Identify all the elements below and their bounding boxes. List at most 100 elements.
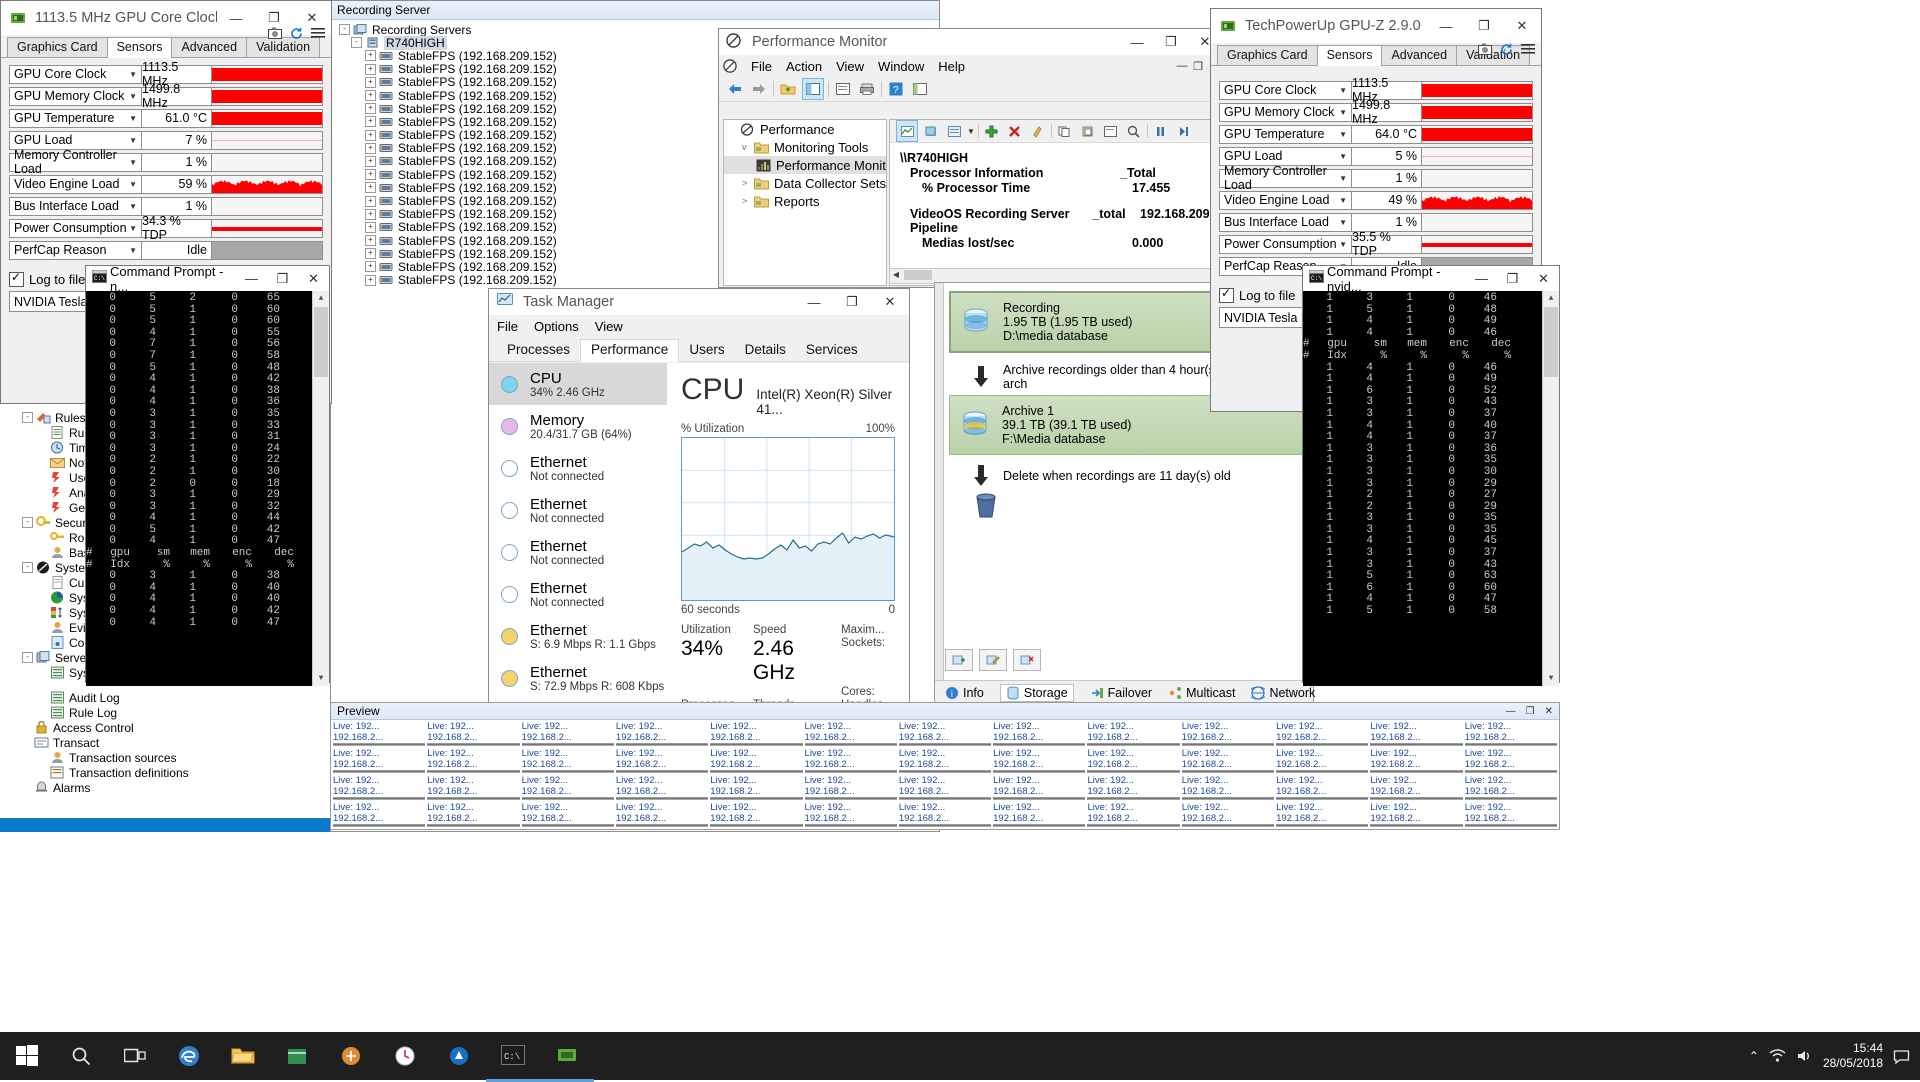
- preview-cell[interactable]: Live: 192... 192.168.2...: [615, 721, 709, 746]
- cmd-left-maximize[interactable]: ❐: [267, 266, 298, 291]
- chevron-down-icon[interactable]: ▼: [129, 224, 137, 233]
- preview-cell[interactable]: Live: 192... 192.168.2...: [1181, 775, 1275, 800]
- expander-icon[interactable]: +: [365, 155, 376, 167]
- gpuz-right-sensor-select[interactable]: GPU Memory Clock ▼: [1219, 102, 1352, 122]
- highlight-icon[interactable]: [1028, 121, 1048, 141]
- milestone-tree-item[interactable]: Transaction sources: [0, 750, 330, 765]
- chevron-down-icon[interactable]: ▼: [1339, 108, 1347, 117]
- taskmanager-resource-item[interactable]: Ethernet S: 72.9 Mbps R: 608 Kbps: [489, 657, 667, 699]
- print-icon[interactable]: [857, 79, 877, 99]
- gpuz-right-titlebar[interactable]: TechPowerUp GPU-Z 2.9.0 — ❐ ✕: [1211, 9, 1541, 43]
- chevron-down-icon[interactable]: ▼: [1339, 130, 1347, 139]
- cmd-right-maximize[interactable]: ❐: [1497, 266, 1528, 291]
- preview-cell[interactable]: Live: 192... 192.168.2...: [615, 748, 709, 773]
- preview-cell[interactable]: Live: 192... 192.168.2...: [1370, 721, 1463, 746]
- preview-cell[interactable]: Live: 192... 192.168.2...: [1087, 802, 1180, 827]
- storage-tab-network[interactable]: Network: [1251, 686, 1315, 700]
- expander-icon[interactable]: +: [365, 208, 376, 220]
- start-button[interactable]: [0, 1032, 54, 1080]
- taskmanager-resource-list[interactable]: CPU 34% 2.46 GHz Memory 20.4/31.7 GB (64%) E…: [489, 363, 667, 725]
- preview-cell[interactable]: Live: 192... 192.168.2...: [1276, 721, 1369, 746]
- gpuz-right-sensor-select[interactable]: Video Engine Load ▼: [1219, 190, 1352, 210]
- taskmanager-resource-item[interactable]: Ethernet Not connected: [489, 531, 667, 573]
- gpuz-left-sensor-select[interactable]: Bus Interface Load ▼: [9, 196, 142, 216]
- preview-cell[interactable]: Live: 192... 192.168.2...: [1276, 802, 1369, 827]
- taskmanager-resource-item[interactable]: Ethernet S: 6.9 Mbps R: 1.1 Gbps: [489, 615, 667, 657]
- storage-tab-multicast[interactable]: Multicast: [1168, 686, 1235, 700]
- log-to-file-checkbox[interactable]: [1219, 286, 1234, 303]
- edge-icon[interactable]: [162, 1032, 216, 1080]
- expander-icon[interactable]: +: [365, 261, 376, 273]
- scroll-down-icon[interactable]: ▼: [1543, 671, 1559, 686]
- cmd-left-scrollbar[interactable]: ▲ ▼: [312, 291, 329, 686]
- volume-icon[interactable]: [1796, 1049, 1813, 1063]
- perfmon-menu-view[interactable]: View: [836, 59, 864, 74]
- taskmanager-menu-view[interactable]: View: [595, 319, 623, 334]
- hamburger-icon[interactable]: [1521, 43, 1535, 56]
- refresh-icon[interactable]: [290, 27, 303, 40]
- preview-cell[interactable]: Live: 192... 192.168.2...: [333, 775, 426, 800]
- preview-cell[interactable]: Live: 192... 192.168.2...: [1370, 775, 1463, 800]
- preview-cell[interactable]: Live: 192... 192.168.2...: [427, 748, 520, 773]
- expander-icon[interactable]: +: [365, 90, 376, 102]
- taskmanager-resource-item[interactable]: Memory 20.4/31.7 GB (64%): [489, 405, 667, 447]
- expander-icon[interactable]: -: [22, 517, 33, 528]
- perfmon-report[interactable]: ▼ \\R740HIGH Processor Information _Tota…: [889, 119, 1221, 286]
- gpuz-right-toolbar[interactable]: [1478, 43, 1535, 56]
- preview-cell[interactable]: Live: 192... 192.168.2...: [993, 775, 1086, 800]
- camera-icon[interactable]: [268, 27, 282, 40]
- histogram-icon[interactable]: [921, 121, 941, 141]
- gpuz-right-close[interactable]: ✕: [1503, 9, 1541, 43]
- preview-cell[interactable]: Live: 192... 192.168.2...: [1181, 802, 1275, 827]
- expander-icon[interactable]: +: [365, 195, 376, 207]
- preview-cell[interactable]: Live: 192... 192.168.2...: [333, 721, 426, 746]
- preview-cell[interactable]: Live: 192... 192.168.2...: [993, 721, 1086, 746]
- taskview-icon[interactable]: [108, 1032, 162, 1080]
- taskmanager-resource-item[interactable]: Ethernet Not connected: [489, 489, 667, 531]
- preview-cell[interactable]: Live: 192... 192.168.2...: [993, 748, 1086, 773]
- preview-cell[interactable]: Live: 192... 192.168.2...: [710, 721, 803, 746]
- log-to-file-checkbox[interactable]: [9, 270, 24, 287]
- taskmanager-resource-item[interactable]: Ethernet Not connected: [489, 447, 667, 489]
- preview-cell[interactable]: Live: 192... 192.168.2...: [1087, 748, 1180, 773]
- gpuz-left-tab-advanced[interactable]: Advanced: [171, 37, 248, 57]
- gpuz-right-tab-graphics-card[interactable]: Graphics Card: [1217, 45, 1318, 65]
- chevron-icon[interactable]: v: [742, 142, 754, 152]
- taskmanager-resource-item[interactable]: CPU 34% 2.46 GHz: [489, 363, 667, 405]
- storage-tab-info[interactable]: i Info: [945, 686, 984, 700]
- system-tray[interactable]: ⌃ 15:44 28/05/2018: [1749, 1041, 1920, 1071]
- cmd-right-close[interactable]: ✕: [1528, 266, 1559, 291]
- taskmanager-tab-performance[interactable]: Performance: [580, 339, 680, 362]
- preview-cell[interactable]: Live: 192... 192.168.2...: [710, 748, 803, 773]
- cmd-right-window[interactable]: C:\ Command Prompt - nvid... — ❐ ✕ 13104…: [1302, 264, 1560, 686]
- taskmanager-window[interactable]: Task Manager — ❐ ✕ File Options View Proce…: [488, 288, 910, 799]
- taskmanager-menu-options[interactable]: Options: [534, 319, 579, 334]
- taskmanager-resource-item[interactable]: Ethernet Not connected: [489, 573, 667, 615]
- expander-icon[interactable]: +: [365, 50, 376, 62]
- chevron-down-icon[interactable]: ▼: [1339, 86, 1347, 95]
- delete-counter-icon[interactable]: [1005, 121, 1025, 141]
- app-icon[interactable]: [324, 1032, 378, 1080]
- expander-icon[interactable]: -: [22, 412, 33, 423]
- expander-icon[interactable]: +: [365, 274, 376, 286]
- chevron-down-icon[interactable]: ▼: [1339, 196, 1347, 205]
- gpuz-right-tab-sensors[interactable]: Sensors: [1316, 45, 1383, 66]
- expander-icon[interactable]: +: [365, 129, 376, 141]
- taskmanager-tab-services[interactable]: Services: [796, 340, 868, 361]
- chevron-down-icon[interactable]: ▼: [129, 202, 137, 211]
- gpuz-left-tab-sensors[interactable]: Sensors: [106, 37, 173, 58]
- preview-cell[interactable]: Live: 192... 192.168.2...: [615, 775, 709, 800]
- perfmon-menu-action[interactable]: Action: [786, 59, 822, 74]
- cmd-left-window[interactable]: C:\ Command Prompt - n... — ❐ ✕ 0 5 2 0 65 0 5…: [85, 264, 330, 686]
- network-icon[interactable]: [1769, 1049, 1786, 1063]
- preview-cell[interactable]: Live: 192... 192.168.2...: [427, 775, 520, 800]
- next-frame-icon[interactable]: [1174, 121, 1194, 141]
- cmd-right-console[interactable]: 1 3 1 0 46 1 5 1 0 48 1 4 1 0 49 1 4 1 0 46 # gpu sm mem enc dec #…: [1303, 291, 1559, 686]
- preview-maximize[interactable]: ❐: [1526, 706, 1535, 717]
- cmd-left-titlebar[interactable]: C:\ Command Prompt - n... — ❐ ✕: [86, 264, 329, 294]
- chevron-down-icon[interactable]: ▼: [129, 114, 137, 123]
- hamburger-icon[interactable]: [311, 27, 325, 40]
- back-icon[interactable]: [725, 79, 745, 99]
- storage-tab-storage[interactable]: Storage: [999, 684, 1074, 702]
- gpuz-right-sensor-select[interactable]: GPU Core Clock ▼: [1219, 80, 1352, 100]
